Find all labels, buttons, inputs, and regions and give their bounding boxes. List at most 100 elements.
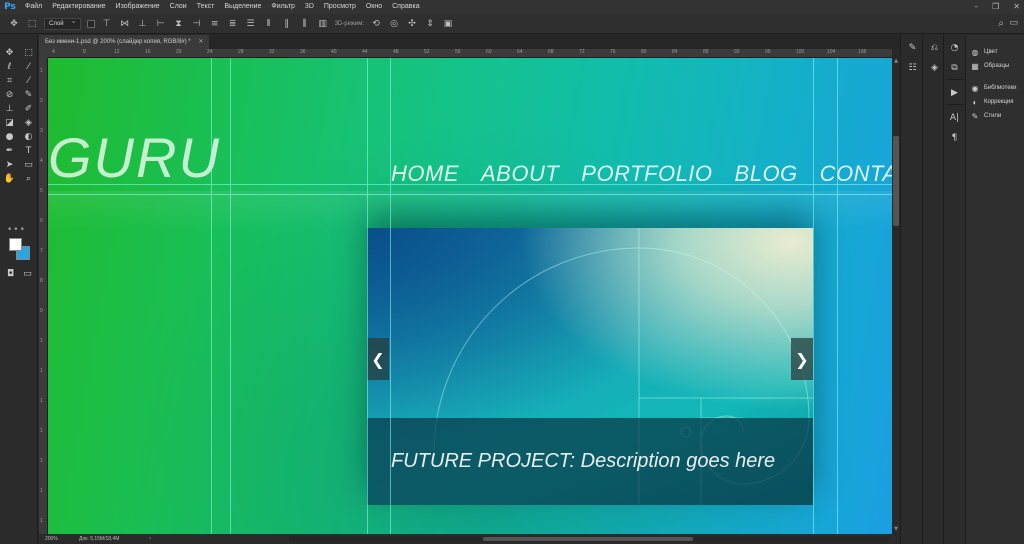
menu-window[interactable]: Окно xyxy=(361,0,387,14)
menu-select[interactable]: Выделение xyxy=(219,0,266,14)
distribute-bottom-icon[interactable]: ☰ xyxy=(245,18,257,30)
search-icon[interactable]: ⌕ xyxy=(998,18,1004,29)
spot-heal-icon[interactable]: ⊘ xyxy=(2,89,17,101)
slider-prev-button[interactable]: ❮ xyxy=(367,338,389,380)
vertical-ruler[interactable]: 1 2 3 4 5 6 7 8 9 1 1 1 1 1 1 1 xyxy=(39,58,48,534)
panel-styles[interactable]: ✎ Стили xyxy=(966,109,1024,123)
document-tab[interactable]: Без имени-1.psd @ 200% (слайдер копия, R… xyxy=(39,35,210,49)
distribute-center-icon[interactable]: ‖ xyxy=(281,18,293,30)
transform-icon[interactable]: ⧉ xyxy=(945,61,965,75)
panel-color[interactable]: ◍ Цвет xyxy=(966,45,1024,59)
align-right-icon[interactable]: ⊣ xyxy=(191,18,203,30)
adjust-sliders-icon[interactable]: ☷ xyxy=(903,61,923,75)
guide-vertical[interactable] xyxy=(837,58,838,534)
roll-3d-icon[interactable]: ◎ xyxy=(388,18,400,30)
horizontal-scroll-thumb[interactable] xyxy=(483,537,693,541)
horizontal-scrollbar[interactable] xyxy=(289,536,889,542)
distribute-right-icon[interactable]: ⫼ xyxy=(299,18,311,30)
marquee-icon[interactable]: ⬚ xyxy=(21,47,36,59)
menu-file[interactable]: Файл xyxy=(20,0,47,14)
properties-icon[interactable]: ◔ xyxy=(945,41,965,55)
guide-vertical[interactable] xyxy=(390,58,391,534)
pen-icon[interactable]: ✒ xyxy=(2,145,17,157)
maximize-button[interactable]: ❐ xyxy=(992,0,999,14)
menu-edit[interactable]: Редактирование xyxy=(47,0,110,14)
guide-vertical[interactable] xyxy=(230,58,231,534)
document-canvas[interactable]: GURU HOME ABOUT PORTFOLIO BLOG CONTACT F… xyxy=(48,58,892,534)
stamp-icon[interactable]: ⊥ xyxy=(2,103,17,115)
move-tool-icon[interactable]: ✥ xyxy=(8,18,20,30)
align-bottom-icon[interactable]: ⊥ xyxy=(137,18,149,30)
orbit-3d-icon[interactable]: ⟲ xyxy=(370,18,382,30)
align-top-icon[interactable]: ⊤ xyxy=(101,18,113,30)
menu-3d[interactable]: 3D xyxy=(300,0,319,14)
brush-icon[interactable]: ✎ xyxy=(21,89,36,101)
document-info[interactable]: Док: 5,15M/18,4M xyxy=(79,536,149,542)
menu-layers[interactable]: Слои xyxy=(165,0,192,14)
vertical-scrollbar[interactable]: ▲ ▼ xyxy=(892,58,900,534)
hand-icon[interactable]: ✋ xyxy=(2,173,17,185)
history-brush-icon[interactable]: ✐ xyxy=(21,103,36,115)
image-slider[interactable]: FUTURE PROJECT: Description goes here ❮ … xyxy=(367,228,813,505)
auto-select-dropdown[interactable]: Слой xyxy=(44,17,81,30)
menu-image[interactable]: Изображение xyxy=(111,0,165,14)
distribute-top-icon[interactable]: ≡ xyxy=(209,18,221,30)
quick-mask-icon[interactable]: ◘ xyxy=(3,268,18,280)
vertical-scroll-thumb[interactable] xyxy=(893,136,899,226)
align-left-icon[interactable]: ⊢ xyxy=(155,18,167,30)
brush-presets-icon[interactable]: ✎ xyxy=(903,41,923,55)
menu-help[interactable]: Справка xyxy=(387,0,424,14)
ruler-origin[interactable] xyxy=(39,49,48,58)
quick-select-icon[interactable]: ⁄ xyxy=(21,61,36,73)
zoom-level[interactable]: 200% xyxy=(39,536,79,542)
guide-horizontal[interactable] xyxy=(48,194,892,195)
color-swatches[interactable] xyxy=(9,238,33,262)
history-icon[interactable]: ⎌ xyxy=(925,41,945,55)
status-menu-arrow-icon[interactable]: › xyxy=(149,536,169,542)
scroll-up-icon[interactable]: ▲ xyxy=(892,58,900,66)
eyedropper-icon[interactable]: ⁄ xyxy=(21,75,36,87)
path-select-icon[interactable]: ➤ xyxy=(2,159,17,171)
dodge-icon[interactable]: ◐ xyxy=(21,131,36,143)
scale-3d-icon[interactable]: ▣ xyxy=(442,18,454,30)
guide-vertical[interactable] xyxy=(367,58,368,534)
align-middle-icon[interactable]: ⋈ xyxy=(119,18,131,30)
paragraph-icon[interactable]: ¶ xyxy=(945,131,965,145)
blur-icon[interactable]: ● xyxy=(2,131,17,143)
eraser-icon[interactable]: ◪ xyxy=(2,117,17,129)
crop-icon[interactable]: ⌗ xyxy=(2,75,17,87)
guide-horizontal[interactable] xyxy=(48,184,892,185)
workspace-icon[interactable]: ▭ xyxy=(1009,18,1018,28)
menu-view[interactable]: Просмотр xyxy=(319,0,361,14)
lasso-icon[interactable]: ℓ xyxy=(2,61,17,73)
tab-close-icon[interactable]: ✕ xyxy=(198,39,203,45)
layers-icon[interactable]: ◈ xyxy=(925,61,945,75)
panel-adjustments[interactable]: ◐ Коррекция xyxy=(966,95,1024,109)
auto-align-icon[interactable]: ▥ xyxy=(317,18,329,30)
menu-filter[interactable]: Фильтр xyxy=(266,0,300,14)
horizontal-ruler[interactable]: 4 8 12 16 20 24 28 32 36 40 44 48 52 56 60 64 68 72 76 80 84… xyxy=(48,49,892,58)
drag-3d-icon[interactable]: ✣ xyxy=(406,18,418,30)
guide-vertical[interactable] xyxy=(813,58,814,534)
transform-controls-checkbox[interactable] xyxy=(86,19,95,28)
shape-icon[interactable]: ▭ xyxy=(21,159,36,171)
scroll-down-icon[interactable]: ▼ xyxy=(892,526,900,534)
paint-bucket-icon[interactable]: ◈ xyxy=(21,117,36,129)
zoom-icon[interactable]: ⌕ xyxy=(21,173,36,185)
distribute-middle-icon[interactable]: ≣ xyxy=(227,18,239,30)
type-icon[interactable]: T xyxy=(21,145,36,157)
guide-vertical[interactable] xyxy=(211,58,212,534)
character-icon[interactable]: A| xyxy=(945,111,965,125)
align-center-icon[interactable]: ⧗ xyxy=(173,18,185,30)
slider-next-button[interactable]: ❯ xyxy=(791,338,813,380)
more-tools-icon[interactable]: ••• xyxy=(7,225,26,235)
slide-3d-icon[interactable]: ⇕ xyxy=(424,18,436,30)
auto-select-icon[interactable]: ⬚ xyxy=(26,18,38,30)
foreground-color-swatch[interactable] xyxy=(9,238,22,251)
close-button[interactable]: ✕ xyxy=(1013,0,1020,14)
move-icon[interactable]: ✥ xyxy=(2,47,17,59)
screen-mode-icon[interactable]: ▭ xyxy=(20,268,35,280)
menu-text[interactable]: Текст xyxy=(192,0,220,14)
distribute-left-icon[interactable]: ⦀ xyxy=(263,18,275,30)
minimize-button[interactable]: – xyxy=(974,0,978,14)
